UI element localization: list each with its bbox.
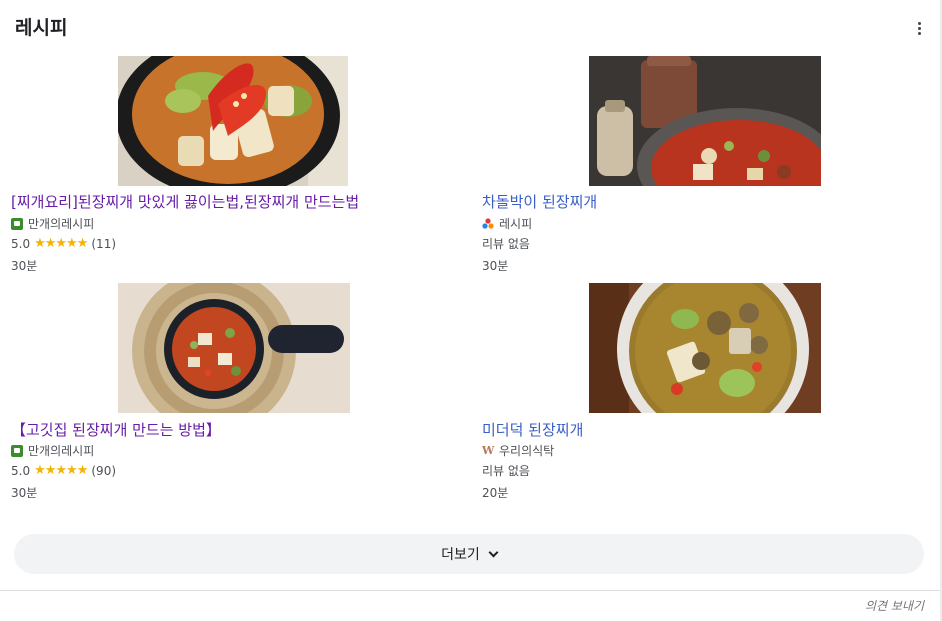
recipe-source[interactable]: 만개의레시피 [11,442,94,459]
more-button[interactable]: 더보기 [14,534,924,574]
cook-time: 20분 [482,486,509,500]
panel-header: 레시피 [15,14,935,42]
recipe-source[interactable]: 만개의레시피 [11,215,94,232]
w-logo-icon: W [482,443,495,457]
recipe-title[interactable]: [찌개요리]된장찌개 맛있게 끓이는법,된장찌개 만드는법 [11,192,359,212]
panel-title: 레시피 [15,17,68,39]
star-rating-icon: ★★★★★ [34,463,88,478]
footer-divider [0,590,940,591]
recipe-title[interactable]: 【고깃집 된장찌개 만드는 방법】 [11,420,221,440]
source-name: 우리의식탁 [499,444,555,458]
cook-time: 30분 [482,259,509,273]
recipe-title[interactable]: 미더덕 된장찌개 [482,420,583,440]
recipe-rating: 5.0 ★★★★★ (11) [11,236,116,251]
recipe-thumbnail[interactable] [589,56,821,186]
star-rating-icon: ★★★★★ [34,236,88,251]
cook-time: 30분 [11,486,38,500]
recipe-thumbnail[interactable] [118,283,350,413]
review-count: (11) [91,236,117,251]
recipe-source[interactable]: 레시피 [482,215,532,232]
source-name: 만개의레시피 [28,217,95,231]
review-count: (90) [91,463,117,478]
cook-time: 30분 [11,259,38,273]
recipe-title[interactable]: 차돌박이 된장찌개 [482,192,597,212]
recipe-source[interactable]: W 우리의식탁 [482,442,554,459]
chevron-down-icon [488,547,499,557]
rating-value: 5.0 [11,463,31,478]
source-name: 레시피 [499,217,533,231]
rating-value: 5.0 [11,236,31,251]
source-name: 만개의레시피 [28,444,95,458]
feedback-link[interactable]: 의견 보내기 [865,597,924,614]
recipe-thumbnail[interactable] [589,283,821,413]
recipe-site-icon [11,444,23,457]
recipe-site-icon [11,217,23,230]
review-status: 리뷰 없음 [482,464,530,478]
more-button-label: 더보기 [441,547,480,563]
cj-logo-icon [482,217,494,230]
recipe-rating: 5.0 ★★★★★ (90) [11,463,116,478]
recipe-thumbnail[interactable] [118,56,348,186]
review-status: 리뷰 없음 [482,237,530,251]
vertical-dots-icon[interactable] [913,18,925,38]
